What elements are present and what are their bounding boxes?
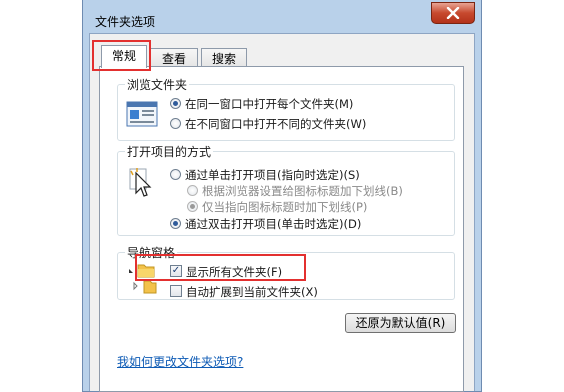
window-icon <box>126 101 158 127</box>
help-link[interactable]: 我如何更改文件夹选项? <box>117 353 243 370</box>
tab-general[interactable]: 常规 <box>101 45 147 68</box>
radio-double-click[interactable] <box>170 218 181 229</box>
label-auto-expand: 自动扩展到当前文件夹(X) <box>186 285 318 299</box>
tab-view[interactable]: 查看 <box>150 48 198 68</box>
tab-general-label: 常规 <box>111 49 136 63</box>
label-same-window: 在同一窗口中打开每个文件夹(M) <box>185 97 354 111</box>
browse-folders-group: 浏览文件夹 <box>117 76 455 141</box>
radio-same-window[interactable] <box>170 98 181 109</box>
highlight-show-all-folders <box>135 254 306 281</box>
radio-underline-point[interactable] <box>187 201 198 212</box>
restore-defaults-button[interactable]: 还原为默认值(R) <box>345 313 456 333</box>
label-single-click: 通过单击打开项目(指向时选定)(S) <box>185 168 360 182</box>
window-title: 文件夹选项 <box>95 15 156 29</box>
label-new-window: 在不同窗口中打开不同的文件夹(W) <box>185 117 367 131</box>
click-items-label: 打开项目的方式 <box>125 143 214 160</box>
label-double-click: 通过双击打开项目(单击时选定)(D) <box>185 217 362 231</box>
close-icon <box>446 7 460 19</box>
radio-new-window[interactable] <box>170 118 181 129</box>
radio-single-click[interactable] <box>170 169 181 180</box>
label-underline-browser: 根据浏览器设置给图标标题加下划线(B) <box>202 184 403 198</box>
tab-search-label: 搜索 <box>211 52 236 66</box>
cursor-icon <box>129 168 152 197</box>
tab-search[interactable]: 搜索 <box>201 48 247 68</box>
browse-folders-label: 浏览文件夹 <box>125 76 190 93</box>
checkbox-auto-expand[interactable] <box>170 285 182 297</box>
radio-underline-browser[interactable] <box>187 185 198 196</box>
label-underline-point: 仅当指向图标标题时加下划线(P) <box>202 200 368 214</box>
close-button[interactable] <box>431 2 475 24</box>
tab-view-label: 查看 <box>161 52 186 66</box>
